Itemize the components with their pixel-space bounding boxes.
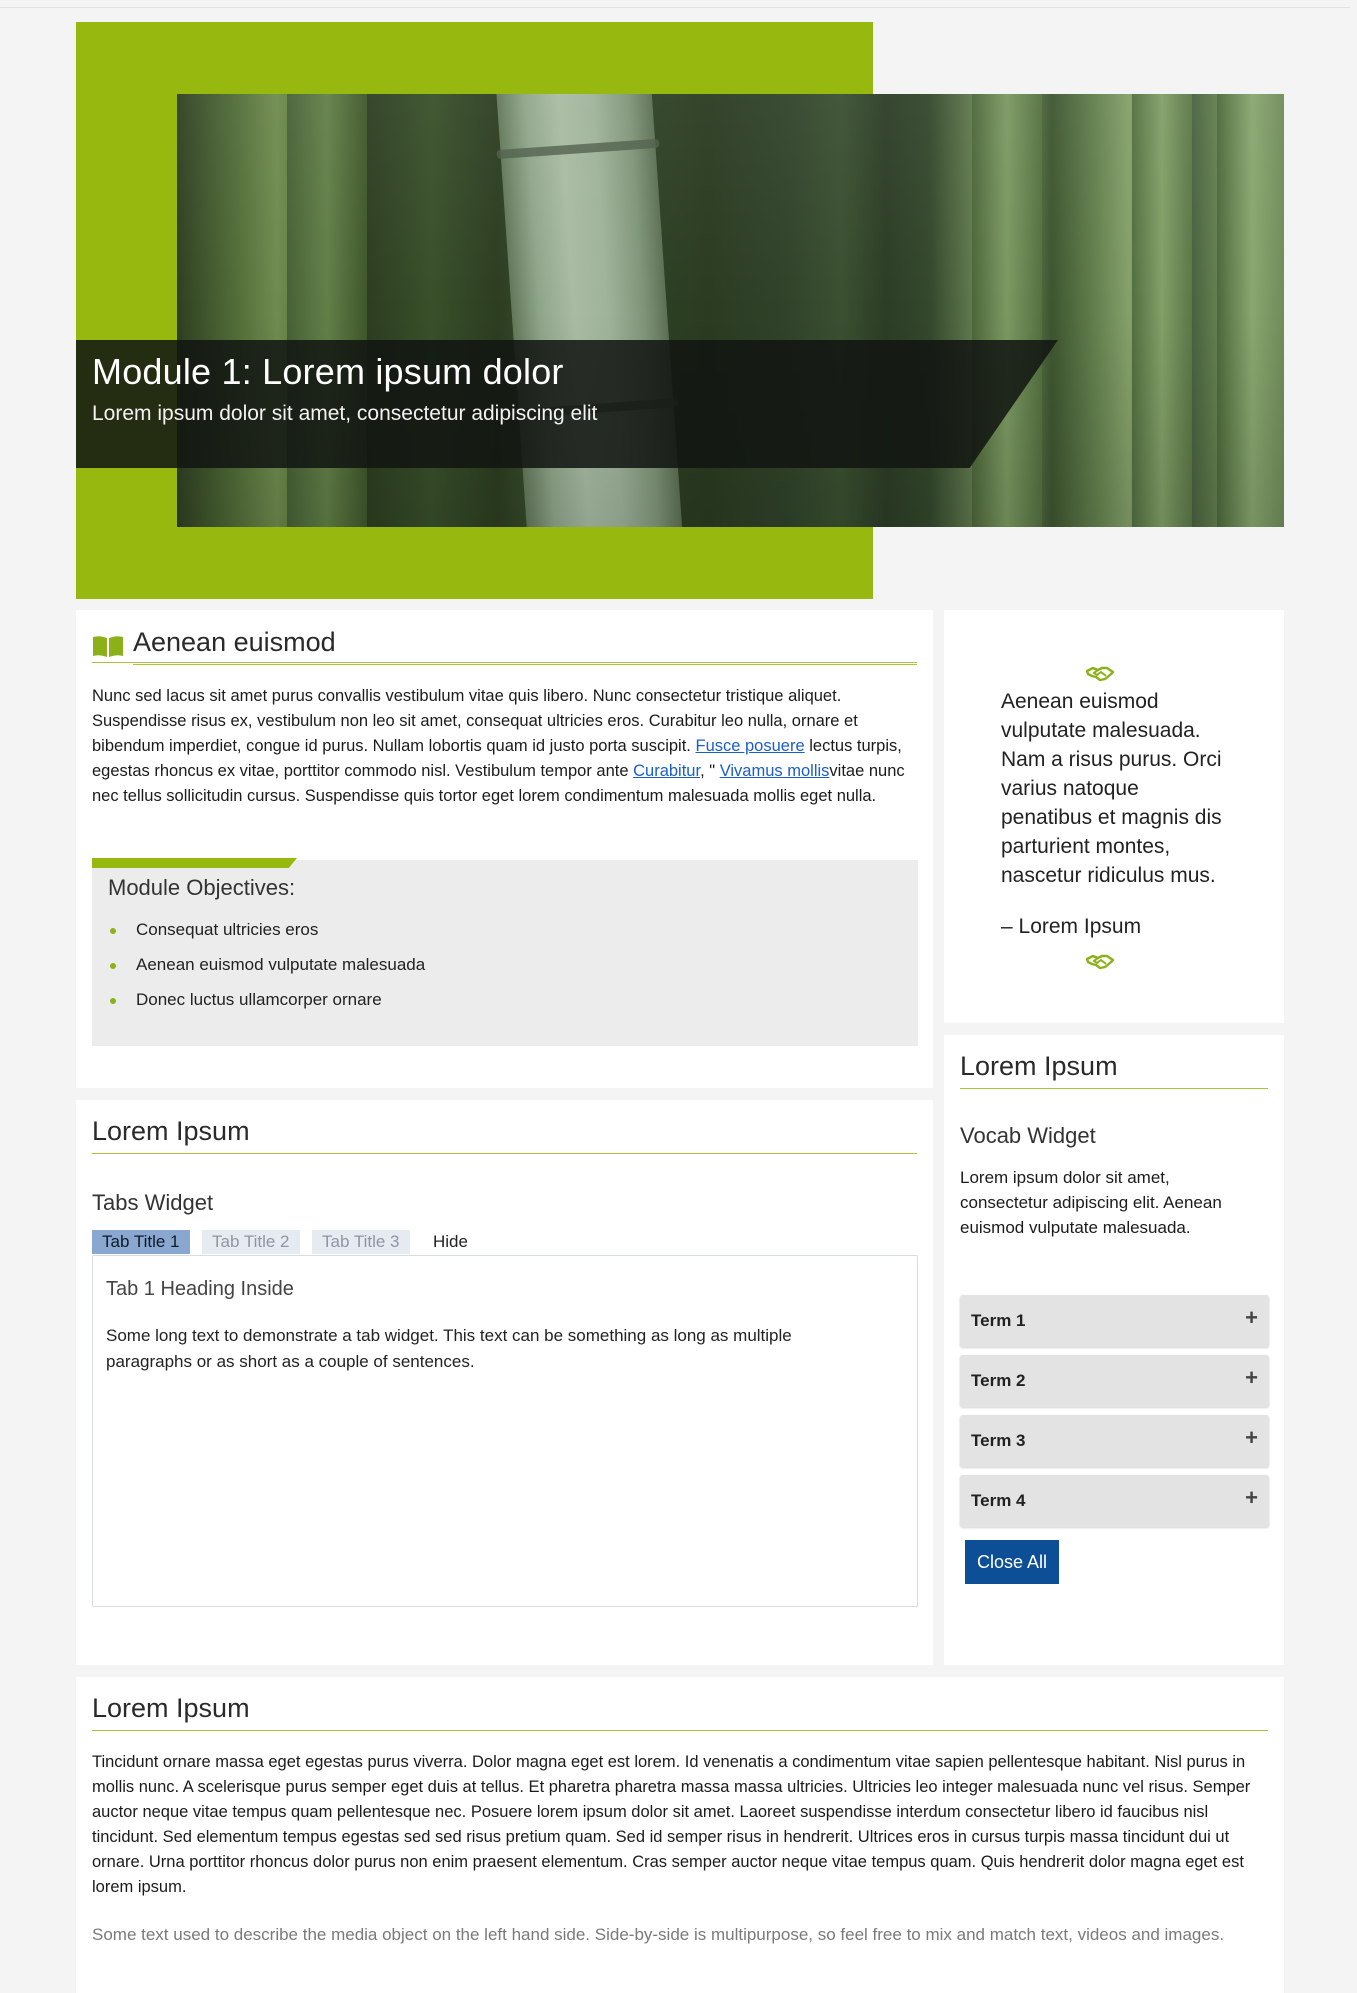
link-fusce-posuere[interactable]: Fusce posuere: [695, 737, 804, 755]
vocab-description: Lorem ipsum dolor sit amet, consectetur …: [960, 1168, 1222, 1237]
page-subtitle: Lorem ipsum dolor sit amet, consectetur …: [92, 402, 598, 425]
plus-icon[interactable]: +: [1245, 1425, 1258, 1451]
intro-panel: Aenean euismod Nunc sed lacus sit amet p…: [76, 610, 933, 1088]
vocab-widget-title: Vocab Widget: [960, 1123, 1096, 1148]
quote-author: – Lorem Ipsum: [1001, 915, 1142, 938]
vocab-term-4[interactable]: Term 4 +: [960, 1475, 1269, 1527]
plus-icon[interactable]: +: [1245, 1365, 1258, 1391]
module-objectives-box: Module Objectives: Consequat ultricies e…: [92, 858, 918, 1046]
objectives-list: Consequat ultricies eros Aenean euismod …: [108, 920, 425, 1025]
intro-heading: Aenean euismod: [133, 627, 917, 665]
plus-icon[interactable]: +: [1245, 1305, 1258, 1331]
objective-item: Donec luctus ullamcorper ornare: [108, 990, 425, 1025]
quote-panel: Aenean euismod vulputate malesuada. Nam …: [944, 610, 1284, 1023]
tab-content-text: Some long text to demonstrate a tab widg…: [106, 1326, 792, 1371]
vocab-term-3[interactable]: Term 3 +: [960, 1415, 1269, 1467]
open-book-icon: [93, 636, 123, 657]
tab-content-heading: Tab 1 Heading Inside: [106, 1278, 294, 1300]
tab-title-1[interactable]: Tab Title 1: [92, 1230, 190, 1254]
link-vivamus-mollis[interactable]: Vivamus mollis: [720, 762, 830, 780]
vocab-term-1[interactable]: Term 1 +: [960, 1295, 1269, 1347]
page-title: Module 1: Lorem ipsum dolor: [92, 351, 564, 392]
vocab-panel: Lorem Ipsum Vocab Widget Lorem ipsum dol…: [944, 1035, 1284, 1665]
objective-item: Aenean euismod vulputate malesuada: [108, 955, 425, 990]
vocab-term-2[interactable]: Term 2 +: [960, 1355, 1269, 1407]
term-label: Term 4: [971, 1491, 1026, 1510]
tab-title-2[interactable]: Tab Title 2: [202, 1230, 300, 1254]
tabs-panel: Lorem Ipsum Tabs Widget Tab Title 1 Tab …: [76, 1100, 933, 1665]
bottom-panel: Lorem Ipsum Tincidunt ornare massa eget …: [76, 1677, 1284, 1993]
top-divider: [0, 7, 1350, 8]
intro-heading-rule: [92, 662, 917, 663]
handshake-icon: [1085, 666, 1115, 682]
term-label: Term 1: [971, 1311, 1026, 1330]
term-label: Term 3: [971, 1431, 1026, 1450]
quote-text: Aenean euismod vulputate malesuada. Nam …: [1001, 690, 1222, 887]
link-curabitur[interactable]: Curabitur: [633, 762, 700, 780]
tab-content-panel: Tab 1 Heading Inside Some long text to d…: [92, 1255, 918, 1607]
tabs-section-heading: Lorem Ipsum: [92, 1116, 917, 1154]
term-label: Term 2: [971, 1371, 1026, 1390]
objectives-title: Module Objectives:: [108, 875, 296, 900]
intro-paragraph: Nunc sed lacus sit amet purus convallis …: [92, 687, 905, 805]
objective-item: Consequat ultricies eros: [108, 920, 425, 955]
close-all-button[interactable]: Close All: [965, 1540, 1059, 1584]
plus-icon[interactable]: +: [1245, 1485, 1258, 1511]
bottom-section-heading: Lorem Ipsum: [92, 1693, 1268, 1731]
objectives-accent-tab: [92, 858, 297, 868]
media-caption: Some text used to describe the media obj…: [92, 1925, 1225, 1944]
tabs-widget-title: Tabs Widget: [92, 1190, 214, 1215]
bottom-paragraph: Tincidunt ornare massa eget egestas puru…: [92, 1753, 1251, 1896]
handshake-icon: [1085, 954, 1115, 970]
hide-tabs-button[interactable]: Hide: [423, 1230, 478, 1254]
tab-title-3[interactable]: Tab Title 3: [312, 1230, 410, 1254]
vocab-section-heading: Lorem Ipsum: [960, 1051, 1268, 1089]
